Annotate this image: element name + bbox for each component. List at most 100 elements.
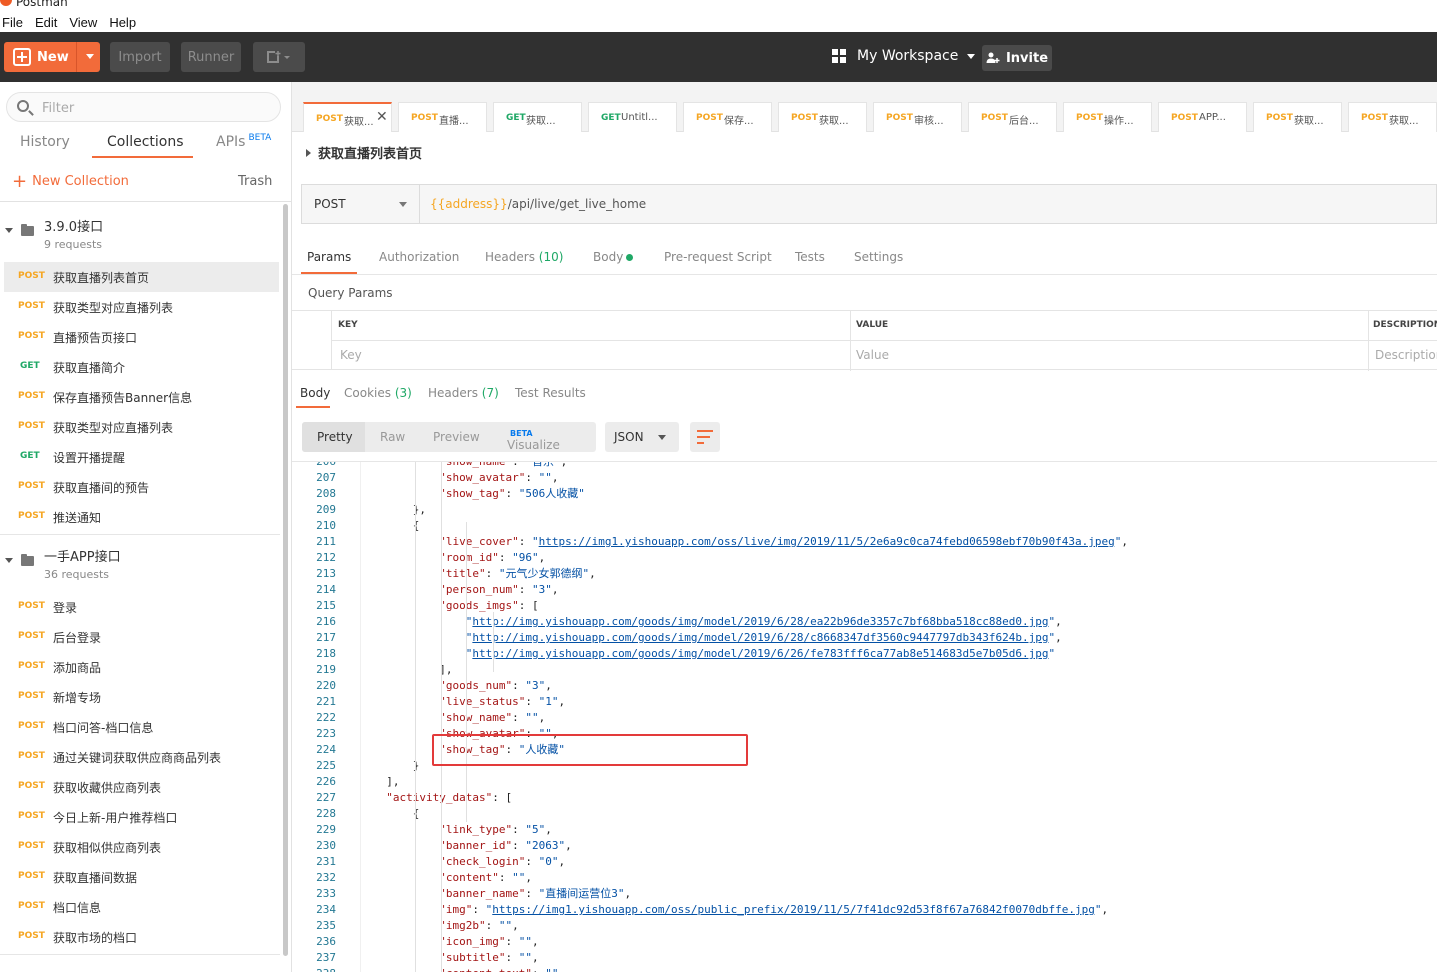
request-tab[interactable]: POST 审核... [873,102,962,132]
menu-help[interactable]: Help [109,15,136,30]
request-tab[interactable]: POST 保存... [683,102,772,132]
sidebar-request-item[interactable]: POST 添加商品 [4,652,279,682]
description-input[interactable]: Description [1375,348,1437,362]
sidebar-request-item[interactable]: POST 新增专场 [4,682,279,712]
json-value[interactable]: http://img.yishouapp.com/goods/img/model… [472,647,1048,660]
request-tab[interactable]: POST 后台... [968,102,1057,132]
request-tab[interactable]: GET Untitl... [588,102,677,132]
menu-edit[interactable]: Edit [35,15,57,30]
sidebar-request-item[interactable]: POST 获取收藏供应商列表 [4,772,279,802]
wrap-lines-button[interactable] [690,422,720,452]
sidebar-request-item[interactable]: POST 后台登录 [4,622,279,652]
sidebar-request-item[interactable]: GET 获取直播简介 [4,352,279,382]
sidebar-request-item[interactable]: POST 今日上新-用户推荐档口 [4,802,279,832]
sidebar-request-item[interactable]: POST 登录 [4,592,279,622]
tab-headers[interactable]: Headers (10) [485,250,563,264]
json-value[interactable]: http://img.yishouapp.com/goods/img/model… [472,631,1048,644]
workspace-name: My Workspace [857,48,959,64]
response-tab-body[interactable]: Body [300,386,330,400]
json-value[interactable]: https://img1.yishouapp.com/oss/public_pr… [492,903,1095,916]
tab-params[interactable]: Params [307,250,351,264]
response-body-editor[interactable]: 206 "show_name": "晋宗", 207 "show_avatar": "… [292,461,1437,972]
description-column-header: DESCRIPTION [1373,320,1437,330]
collection-folder[interactable]: 3.9.0接口 9 requests [0,210,280,258]
sidebar-request-item[interactable]: POST 获取直播列表首页 [4,262,279,292]
collection-divider [0,534,280,535]
sidebar-request-item[interactable]: POST 档口信息 [4,892,279,922]
sidebar-request-item[interactable]: POST 获取直播间的预告 [4,472,279,502]
value-input[interactable]: Value [856,348,889,362]
preview-button[interactable]: Preview [433,430,480,444]
code-line: 236 "icon_img": "", [292,934,1437,950]
sidebar-request-item[interactable]: GET 设置开播提醒 [4,442,279,472]
line-number: 229 [316,823,336,836]
json-value: 直播间运营位3 [545,887,618,900]
request-tab[interactable]: POST 获取... [778,102,867,132]
json-value[interactable]: http://img.yishouapp.com/goods/img/model… [472,615,1048,628]
pretty-button[interactable]: Pretty [317,430,353,444]
tab-authorization[interactable]: Authorization [379,250,459,264]
key-input[interactable]: Key [340,348,362,362]
new-window-button[interactable] [253,42,305,72]
workspace-switcher[interactable]: My Workspace [832,48,976,64]
tab-settings[interactable]: Settings [854,250,903,264]
request-tab[interactable]: POST 获取... [1253,102,1342,132]
response-tab-test-results[interactable]: Test Results [515,386,586,400]
menu-file[interactable]: File [2,15,23,30]
tab-collections[interactable]: Collections [107,134,184,150]
method-select[interactable]: POST [302,185,420,223]
sidebar-request-item[interactable]: POST 获取类型对应直播列表 [4,292,279,322]
sidebar-request-item[interactable]: POST 档口问答-档口信息 [4,712,279,742]
sidebar-request-item[interactable]: POST 获取市场的档口 [4,922,279,952]
runner-button[interactable]: Runner [181,42,241,72]
sidebar-request-item[interactable]: POST 保存直播预告Banner信息 [4,382,279,412]
url-input[interactable]: {{address}}/api/live/get_live_home [430,197,646,211]
sidebar-request-item[interactable]: POST 获取类型对应直播列表 [4,412,279,442]
request-tab[interactable]: POST 操作... [1063,102,1152,132]
query-params-label: Query Params [308,286,393,300]
new-dropdown-chevron-icon[interactable] [86,54,94,59]
visualize-button[interactable]: Visualize BETA [507,429,560,452]
chevron-down-icon[interactable] [5,228,13,233]
menu-view[interactable]: View [69,15,97,30]
close-tab-icon[interactable]: ✕ [376,109,388,125]
response-tab-cookies[interactable]: Cookies (3) [344,386,412,400]
new-collection-button[interactable]: + New Collection [12,173,129,191]
sidebar-request-item[interactable]: POST 通过关键词获取供应商商品列表 [4,742,279,772]
collection-folder[interactable]: 一手APP接口 36 requests [0,540,280,588]
json-value: 1 [545,695,552,708]
request-tab[interactable]: POST 获取... [1348,102,1437,132]
table-row-divider [332,340,1437,341]
raw-button[interactable]: Raw [380,430,405,444]
request-tab[interactable]: POST APP... [1158,102,1247,132]
tab-history[interactable]: History [20,134,70,150]
sidebar-request-item[interactable]: POST 获取相似供应商列表 [4,832,279,862]
line-number: 235 [316,919,336,932]
tab-prerequest-script[interactable]: Pre-request Script [664,250,772,264]
tab-tests[interactable]: Tests [795,250,825,264]
sidebar-request-item[interactable]: POST 直播预告页接口 [4,322,279,352]
request-tab-method: POST [1361,113,1388,123]
format-select[interactable]: JSON [605,422,679,452]
code-line: 226], [292,774,1437,790]
filter-input[interactable]: Filter [6,92,281,122]
request-tab-bar: POST 获取... ✕ POST 直播... GET 获取... GET Untitl... P… [292,82,1437,132]
chevron-down-icon[interactable] [5,558,13,563]
sidebar-request-item[interactable]: POST 推送通知 [4,502,279,532]
request-tab[interactable]: GET 获取... [493,102,582,132]
trash-button[interactable]: Trash [238,174,272,189]
json-value[interactable]: https://img1.yishouapp.com/oss/live/img/… [539,535,1115,548]
request-tab[interactable]: POST 直播... [398,102,487,132]
request-name: 获取直播间数据 [53,871,138,885]
new-button[interactable]: New [4,42,100,72]
tab-apis[interactable]: APIs BETA [216,133,271,150]
invite-button[interactable]: Invite [982,45,1052,71]
request-name[interactable]: 获取直播列表首页 [306,143,422,162]
tab-body[interactable]: Body [593,250,634,264]
sidebar-scrollbar[interactable] [283,204,288,956]
request-tab[interactable]: POST 获取... ✕ [303,102,392,132]
response-tab-headers[interactable]: Headers (7) [428,386,499,400]
sidebar-request-item[interactable]: POST 获取直播间数据 [4,862,279,892]
request-tab-method: POST [1076,113,1103,123]
import-button[interactable]: Import [110,42,170,72]
